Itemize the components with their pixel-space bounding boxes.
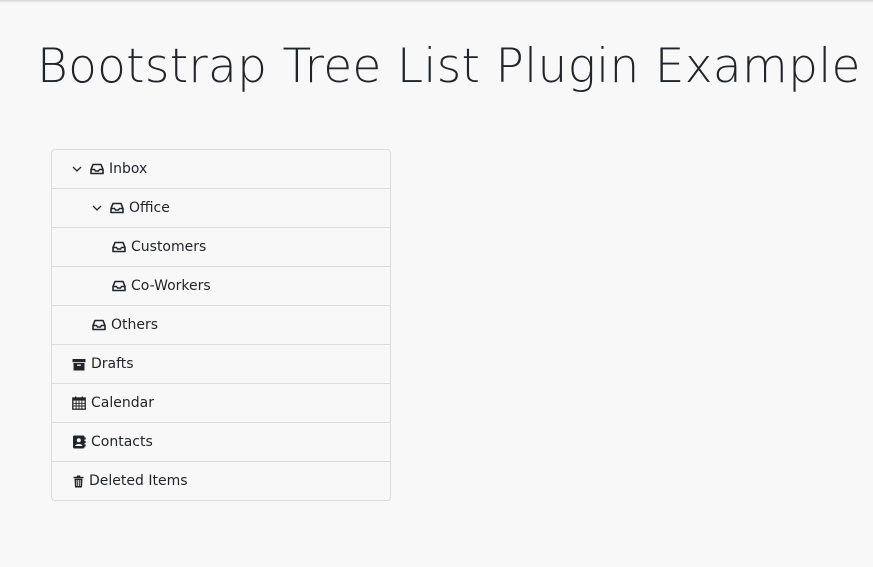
tree-list: Inbox Office Customers Co-Workers Others [51, 149, 391, 501]
tree-item-label: Office [129, 200, 170, 216]
tree-item-others[interactable]: Others [52, 305, 390, 344]
inbox-icon [112, 279, 126, 293]
tree-item-calendar[interactable]: Calendar [52, 383, 390, 422]
tree-item-contacts[interactable]: Contacts [52, 422, 390, 461]
tree-item-label: Deleted Items [89, 473, 188, 489]
tree-item-co-workers[interactable]: Co-Workers [52, 266, 390, 305]
inbox-icon [112, 240, 126, 254]
calendar-icon [72, 396, 86, 410]
archive-icon [72, 357, 86, 371]
tree-item-label: Others [111, 317, 159, 333]
tree-item-label: Inbox [109, 161, 148, 177]
tree-item-label: Co-Workers [131, 278, 211, 294]
inbox-icon [90, 162, 104, 176]
tree-item-deleted-items[interactable]: Deleted Items [52, 461, 390, 500]
tree-item-inbox[interactable]: Inbox [52, 150, 390, 188]
address-book-icon [72, 435, 86, 449]
inbox-icon [92, 318, 106, 332]
top-shadow [0, 0, 873, 3]
tree-item-drafts[interactable]: Drafts [52, 344, 390, 383]
tree-item-customers[interactable]: Customers [52, 227, 390, 266]
tree-item-label: Customers [131, 239, 207, 255]
inbox-icon [110, 201, 124, 215]
trash-icon [72, 474, 84, 488]
tree-item-office[interactable]: Office [52, 188, 390, 227]
page-title: Bootstrap Tree List Plugin Example [37, 39, 861, 94]
chevron-down-icon[interactable] [92, 203, 102, 213]
tree-item-label: Contacts [91, 434, 153, 450]
tree-item-label: Calendar [91, 395, 154, 411]
tree-item-label: Drafts [91, 356, 134, 372]
chevron-down-icon[interactable] [72, 164, 82, 174]
